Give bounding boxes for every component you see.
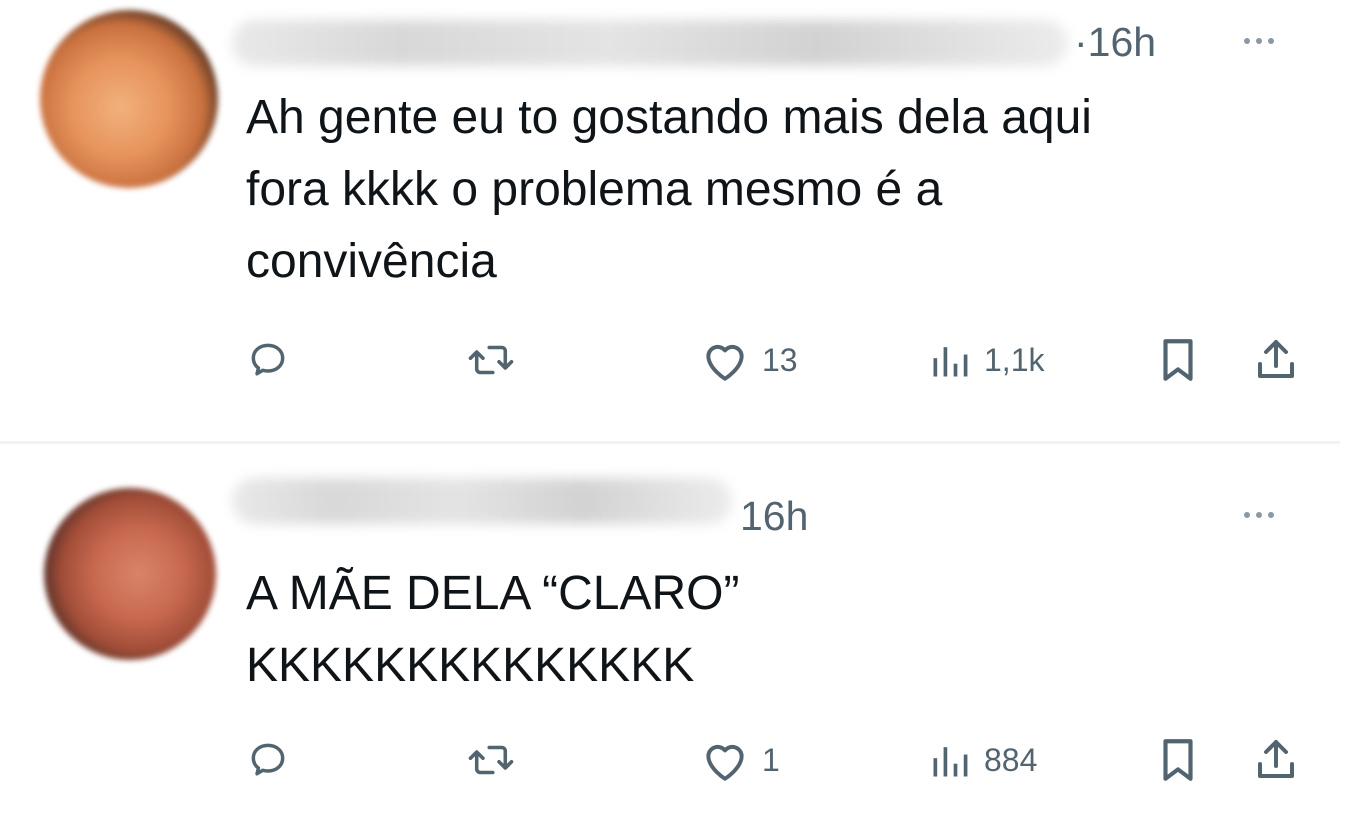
tweet-text: A MÃE DELA “CLARO” KKKKKKKKKKKKKK <box>246 558 739 702</box>
views-icon <box>933 347 968 377</box>
share-button[interactable] <box>1252 730 1300 790</box>
tweet-text-line: A MÃE DELA “CLARO” <box>246 567 740 620</box>
heart-icon <box>706 744 744 781</box>
action-bar: 1 884 <box>0 730 1352 790</box>
author-name-redacted[interactable] <box>232 20 1068 66</box>
like-button[interactable]: 1 <box>700 730 780 790</box>
tweet[interactable]: 16h A MÃE DELA “CLARO” KKKKKKKKKKKKKK 1 <box>0 444 1352 836</box>
views-button[interactable]: 884 <box>928 730 1037 790</box>
bookmark-icon <box>1163 339 1193 381</box>
tweet-text-line: convivência <box>246 235 497 288</box>
like-count: 1 <box>762 741 780 778</box>
view-count: 884 <box>984 741 1038 778</box>
tweet[interactable]: ·16h Ah gente eu to gostando mais dela a… <box>0 0 1352 442</box>
tweet-text-line: KKKKKKKKKKKKKK <box>246 639 695 692</box>
bookmark-button[interactable] <box>1156 330 1200 390</box>
like-button[interactable]: 13 <box>700 330 798 390</box>
retweet-button[interactable] <box>466 330 516 390</box>
tweet-text-line: Ah gente eu to gostando mais dela aqui <box>246 91 1092 144</box>
reply-icon <box>251 743 285 776</box>
share-icon <box>1258 340 1294 378</box>
views-icon <box>933 747 968 777</box>
like-count: 13 <box>762 341 798 378</box>
reply-icon <box>251 343 285 376</box>
heart-icon <box>706 344 744 381</box>
timestamp[interactable]: 16h <box>740 496 808 537</box>
author-name-redacted[interactable] <box>232 478 732 524</box>
retweet-icon <box>468 345 514 375</box>
avatar[interactable] <box>44 488 216 660</box>
tweet-text-line: fora kkkk o problema mesmo é a <box>246 163 943 216</box>
avatar[interactable] <box>40 10 218 188</box>
retweet-icon <box>468 745 514 775</box>
reply-button[interactable] <box>246 330 290 390</box>
more-icon[interactable] <box>1244 512 1274 518</box>
reply-button[interactable] <box>246 730 290 790</box>
share-icon <box>1258 740 1294 778</box>
retweet-button[interactable] <box>466 730 516 790</box>
action-bar: 13 1,1k <box>0 330 1352 390</box>
bookmark-icon <box>1163 739 1193 781</box>
share-button[interactable] <box>1252 330 1300 390</box>
more-icon[interactable] <box>1244 38 1274 44</box>
views-button[interactable]: 1,1k <box>928 330 1044 390</box>
timestamp[interactable]: ·16h <box>1074 22 1156 63</box>
view-count: 1,1k <box>984 341 1045 378</box>
tweet-text: Ah gente eu to gostando mais dela aqui f… <box>246 82 1092 298</box>
bookmark-button[interactable] <box>1156 730 1200 790</box>
